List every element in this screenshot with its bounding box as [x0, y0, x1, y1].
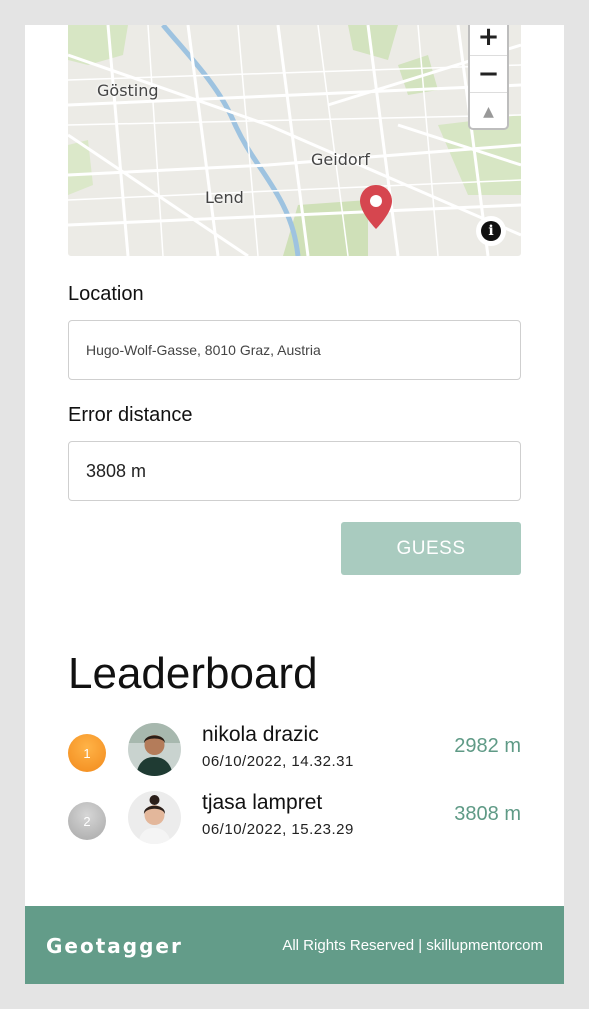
info-button[interactable]: i: [476, 216, 506, 246]
map-tiles: [68, 25, 521, 256]
map-view[interactable]: Gösting Lend Geidorf + − ▲ i: [68, 25, 521, 256]
footer-brand[interactable]: Geotagger: [46, 934, 183, 958]
leaderboard-row: 2 tjasa lampret 06/10/2022, 15.23.29 380…: [68, 791, 521, 847]
leaderboard-row: 1 nikola drazic 06/10/2022, 14.32.31 298…: [68, 723, 521, 779]
zoom-control: + − ▲: [468, 25, 509, 130]
compass-button[interactable]: ▲: [470, 93, 507, 130]
location-pin-icon[interactable]: [358, 183, 394, 236]
footer-rights: All Rights Reserved | skillupmentorcom: [282, 937, 543, 954]
zoom-out-button[interactable]: −: [470, 56, 507, 93]
zoom-in-button[interactable]: +: [470, 25, 507, 56]
error-distance-field[interactable]: 3808 m: [68, 441, 521, 501]
location-value: Hugo-Wolf-Gasse, 8010 Graz, Austria: [86, 342, 321, 358]
map-label-gosting: Gösting: [97, 81, 159, 100]
location-field[interactable]: Hugo-Wolf-Gasse, 8010 Graz, Austria: [68, 320, 521, 380]
map-label-lend: Lend: [205, 188, 244, 207]
player-name: tjasa lampret: [202, 791, 323, 814]
main-card: Gösting Lend Geidorf + − ▲ i Location Hu…: [25, 25, 564, 984]
error-distance-label: Error distance: [68, 404, 193, 426]
avatar: [128, 723, 181, 776]
rank-badge-silver: 2: [68, 802, 106, 840]
guess-button[interactable]: GUESS: [341, 522, 521, 575]
player-date: 06/10/2022, 15.23.29: [202, 821, 354, 838]
player-distance: 2982 m: [454, 735, 521, 757]
info-icon: i: [481, 221, 501, 241]
player-name: nikola drazic: [202, 723, 319, 746]
avatar: [128, 791, 181, 844]
leaderboard-title: Leaderboard: [68, 649, 318, 698]
map-label-geidorf: Geidorf: [311, 150, 370, 169]
location-label: Location: [68, 283, 144, 305]
player-date: 06/10/2022, 14.32.31: [202, 753, 354, 770]
rank-badge-gold: 1: [68, 734, 106, 772]
compass-icon: ▲: [483, 103, 494, 120]
player-distance: 3808 m: [454, 803, 521, 825]
error-distance-value: 3808 m: [86, 460, 147, 481]
footer: Geotagger All Rights Reserved | skillupm…: [25, 906, 564, 984]
